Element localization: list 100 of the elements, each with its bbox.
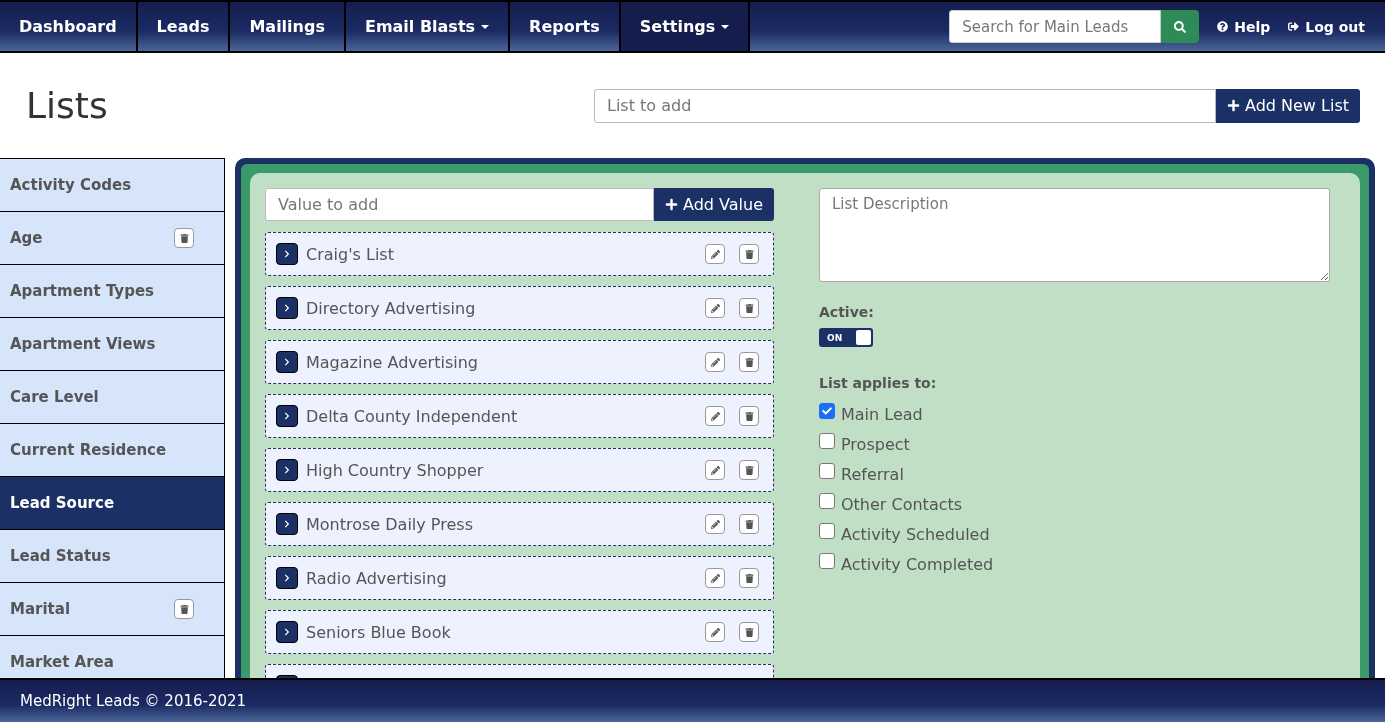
sidebar-item[interactable]: Age (0, 212, 225, 265)
list-name-field[interactable]: List to add (594, 88, 1216, 123)
sidebar-item[interactable]: Care Level (0, 371, 225, 424)
expand-button[interactable] (276, 567, 298, 589)
sidebar-item[interactable]: Marital (0, 583, 225, 636)
sidebar-label: Market Area (10, 653, 114, 671)
checkbox[interactable] (819, 553, 835, 569)
expand-button[interactable] (276, 351, 298, 373)
pencil-icon (710, 627, 720, 637)
checkbox-label: Main Lead (841, 404, 923, 424)
checkbox-option[interactable]: Prospect (819, 429, 1330, 459)
checkbox-label: Referral (841, 464, 904, 484)
sidebar-item[interactable]: Market Area (0, 636, 225, 678)
delete-button[interactable] (739, 568, 759, 588)
chevron-icon (283, 412, 291, 420)
checkbox-option[interactable]: Referral (819, 459, 1330, 489)
search-field[interactable]: Search for Main Leads (949, 10, 1162, 43)
chevron-icon (283, 304, 291, 312)
pencil-icon (710, 411, 720, 421)
add-list-button[interactable]: Add New List (1216, 88, 1360, 123)
trash-icon (744, 573, 754, 583)
pencil-icon (710, 519, 720, 529)
search-icon (1174, 20, 1187, 33)
checkbox[interactable] (819, 433, 835, 449)
sidebar-item[interactable]: Apartment Types (0, 265, 225, 318)
sidebar-label: Care Level (10, 388, 99, 406)
checkbox[interactable] (819, 403, 835, 419)
value-label: Magazine Advertising (306, 352, 479, 372)
checkbox-option[interactable]: Activity Scheduled (819, 519, 1330, 549)
checkbox-option[interactable]: Main Lead (819, 399, 1330, 429)
active-toggle[interactable]: ON (819, 328, 873, 347)
sidebar-label: Apartment Views (10, 335, 156, 353)
trash-icon (179, 233, 189, 243)
delete-button[interactable] (739, 406, 759, 426)
expand-button[interactable] (276, 297, 298, 319)
sidebar-item[interactable]: Current Residence (0, 424, 225, 477)
edit-button[interactable] (705, 514, 725, 534)
value-field[interactable]: Value to add (265, 188, 654, 221)
trash-icon (744, 411, 754, 421)
delete-button[interactable] (739, 460, 759, 480)
logout-icon (1288, 21, 1300, 32)
delete-button[interactable] (739, 298, 759, 318)
delete-button[interactable] (174, 599, 194, 619)
nav-tab[interactable]: Mailings (230, 2, 346, 51)
delete-button[interactable] (174, 228, 194, 248)
edit-button[interactable] (705, 244, 725, 264)
help-link[interactable]: Help (1217, 18, 1271, 35)
sidebar-item[interactable]: Lead Status (0, 530, 225, 583)
search-button[interactable] (1161, 10, 1200, 43)
logout-link[interactable]: Log out (1288, 18, 1365, 35)
edit-button[interactable] (705, 568, 725, 588)
sidebar-label: Current Residence (10, 441, 167, 459)
expand-button[interactable] (276, 459, 298, 481)
value-label: Directory Advertising (306, 298, 477, 318)
nav-tab[interactable]: Dashboard (0, 2, 138, 51)
edit-button[interactable] (705, 460, 725, 480)
expand-button[interactable] (276, 621, 298, 643)
expand-button[interactable] (276, 405, 298, 427)
nav-tab[interactable]: Email Blasts (345, 2, 511, 51)
value-label: Montrose Daily Press (306, 514, 474, 534)
help-icon (1217, 21, 1229, 32)
sidebar-item[interactable]: Apartment Views (0, 318, 225, 371)
page-title: Lists (26, 85, 109, 126)
trash-icon (179, 604, 189, 614)
trash-icon (744, 465, 754, 475)
checkbox[interactable] (819, 493, 835, 509)
chevron-icon (283, 466, 291, 474)
nav-tab[interactable]: Leads (137, 2, 231, 51)
delete-button[interactable] (739, 514, 759, 534)
trash-icon (744, 627, 754, 637)
checkbox-option[interactable]: Activity Completed (819, 549, 1330, 579)
expand-button[interactable] (276, 243, 298, 265)
checkbox[interactable] (819, 463, 835, 479)
applies-label: List applies to: (819, 375, 938, 391)
plus-icon (665, 198, 678, 211)
delete-button[interactable] (739, 244, 759, 264)
checkbox-label: Activity Scheduled (841, 524, 990, 544)
checkbox[interactable] (819, 523, 835, 539)
sidebar-item[interactable]: Lead Source (0, 477, 225, 530)
checkbox-option[interactable]: Other Contacts (819, 489, 1330, 519)
nav-tab[interactable]: Settings (620, 2, 751, 51)
expand-button[interactable] (276, 513, 298, 535)
checkmark-icon (822, 406, 832, 416)
edit-button[interactable] (705, 622, 725, 642)
chevron-icon (283, 520, 291, 528)
edit-button[interactable] (705, 352, 725, 372)
edit-button[interactable] (705, 298, 725, 318)
edit-button[interactable] (705, 406, 725, 426)
add-value-button[interactable]: Add Value (654, 188, 774, 221)
sidebar-item[interactable]: Activity Codes (0, 159, 225, 212)
checkbox-label: Other Contacts (841, 494, 963, 514)
delete-button[interactable] (739, 352, 759, 372)
description-field[interactable]: List Description (819, 188, 1330, 282)
value-label: Craig's List (306, 244, 395, 264)
plus-icon (1227, 99, 1240, 112)
delete-button[interactable] (739, 622, 759, 642)
footer-text: MedRight Leads © 2016-2021 (20, 692, 247, 710)
pencil-icon (710, 465, 720, 475)
chevron-icon (283, 250, 291, 258)
trash-icon (744, 519, 754, 529)
